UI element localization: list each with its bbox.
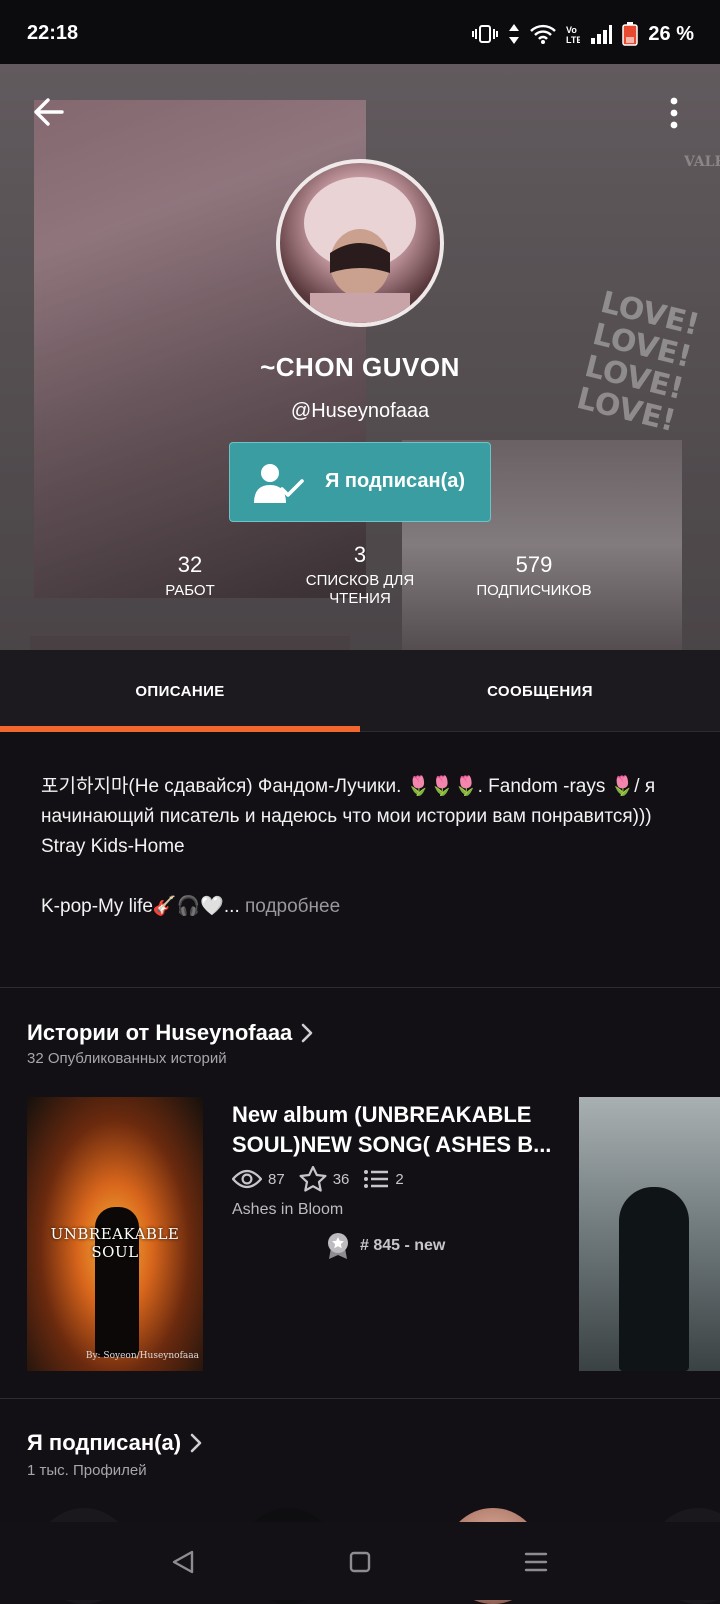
stat-followers[interactable]: 579 ПОДПИСЧИКОВ (454, 552, 614, 600)
cover-byline: By: Soyeon/Huseynofaaa (85, 1351, 199, 1361)
story-tag[interactable]: Ashes in Bloom (232, 1201, 343, 1219)
stat-works[interactable]: 32 РАБОТ (140, 552, 240, 600)
following-section-header[interactable]: Я подписан(а) (27, 1430, 203, 1456)
active-tab-indicator (0, 726, 360, 732)
avatar-portrait (304, 177, 416, 323)
votes-stat: 36 (299, 1166, 350, 1192)
user-check-icon (254, 464, 304, 503)
stat-works-value: 32 (177, 552, 203, 577)
following-button-label: Я подписан(а) (325, 470, 466, 492)
display-name: ~CHON GUVON (260, 352, 460, 382)
stat-reading-lists-label: СПИСКОВ ДЛЯ ЧТЕНИЯ (305, 572, 415, 607)
section-divider-2 (0, 1398, 720, 1399)
votes-count: 36 (332, 1170, 350, 1188)
status-icons: Vo LTE 26 % (472, 22, 694, 46)
cover-figure-2 (619, 1187, 689, 1371)
chevron-right-icon (301, 1023, 313, 1043)
tab-about[interactable]: ОПИСАНИЕ (0, 650, 360, 732)
story-stats: 87 36 2 (232, 1166, 418, 1192)
wifi-icon (530, 24, 557, 44)
stat-followers-label: ПОДПИСЧИКОВ (476, 582, 592, 599)
battery-percent: 26 % (648, 22, 694, 45)
svg-text:Vo: Vo (566, 25, 577, 35)
svg-text:LTE: LTE (566, 35, 580, 45)
nav-back-icon[interactable] (164, 1542, 204, 1582)
chevron-right-icon (190, 1433, 202, 1453)
rank-text: # 845 - new (360, 1237, 446, 1254)
eye-icon (232, 1169, 262, 1189)
signal-icon (591, 25, 613, 44)
parts-count: 2 (395, 1170, 404, 1188)
views-stat: 87 (232, 1169, 285, 1189)
star-icon (299, 1166, 327, 1192)
description-text-2: K-pop-My life🎸🎧🤍... подробнее (41, 892, 681, 922)
views-count: 87 (268, 1170, 285, 1188)
stat-reading-lists[interactable]: 3 СПИСКОВ ДЛЯ ЧТЕНИЯ (290, 542, 430, 608)
read-more-link[interactable]: подробнее (240, 896, 340, 917)
volte-icon: VoLTE (566, 25, 580, 45)
story-cover-2[interactable] (579, 1097, 720, 1371)
stories-section-title: Истории от Huseynofaaa (27, 1020, 293, 1045)
following-button[interactable]: Я подписан(а) (229, 442, 491, 522)
more-options-icon[interactable] (664, 94, 684, 134)
story-cover[interactable]: UNBREAKABLE SOUL By: Soyeon/Huseynofaaa (27, 1097, 203, 1371)
data-arrows-icon (509, 24, 520, 44)
system-navigation-bar (0, 1522, 720, 1600)
vibrate-icon (472, 25, 499, 43)
section-divider (0, 987, 720, 988)
username: @Huseynofaaa (290, 400, 430, 422)
cover-title: UNBREAKABLE SOUL (50, 1225, 180, 1261)
story-title[interactable]: New album (UNBREAKABLE SOUL)NEW SONG( AS… (232, 1100, 552, 1160)
stat-works-label: РАБОТ (165, 582, 215, 599)
profile-tabs: ОПИСАНИЕ СООБЩЕНИЯ (0, 650, 720, 732)
parts-stat: 2 (363, 1169, 404, 1189)
nav-recents-icon[interactable] (516, 1542, 556, 1582)
tab-messages[interactable]: СООБЩЕНИЯ (360, 650, 720, 732)
back-arrow-icon[interactable] (28, 92, 68, 132)
profile-description: 포기하지마(Не сдавайся) Фандом-Лучики. 🌷🌷🌷. F… (41, 772, 681, 922)
stat-followers-value: 579 (515, 552, 553, 577)
profile-avatar[interactable] (276, 159, 444, 327)
status-bar: 22:18 Vo LTE 26 % (0, 0, 720, 64)
status-time: 22:18 (27, 22, 79, 44)
description-text: 포기하지마(Не сдавайся) Фандом-Лучики. 🌷🌷🌷. F… (41, 776, 656, 857)
description-text-2-content: K-pop-My life🎸🎧🤍... (41, 896, 240, 917)
stories-section-subtitle: 32 Опубликованных историй (27, 1050, 227, 1067)
stories-section-header[interactable]: Истории от Huseynofaaa (27, 1020, 314, 1046)
following-section-subtitle: 1 тыс. Профилей (27, 1462, 147, 1479)
story-rank[interactable]: # 845 - new (326, 1232, 445, 1260)
profile-header: LOVE! LOVE! LOVE! LOVE! VALE ~CHON GUVON… (0, 64, 720, 650)
battery-icon (622, 22, 639, 46)
stat-reading-lists-value: 3 (353, 542, 367, 567)
following-section-title: Я подписан(а) (27, 1430, 182, 1455)
award-badge-icon (328, 1233, 348, 1259)
list-icon (364, 1170, 389, 1188)
nav-home-icon[interactable] (340, 1542, 380, 1582)
